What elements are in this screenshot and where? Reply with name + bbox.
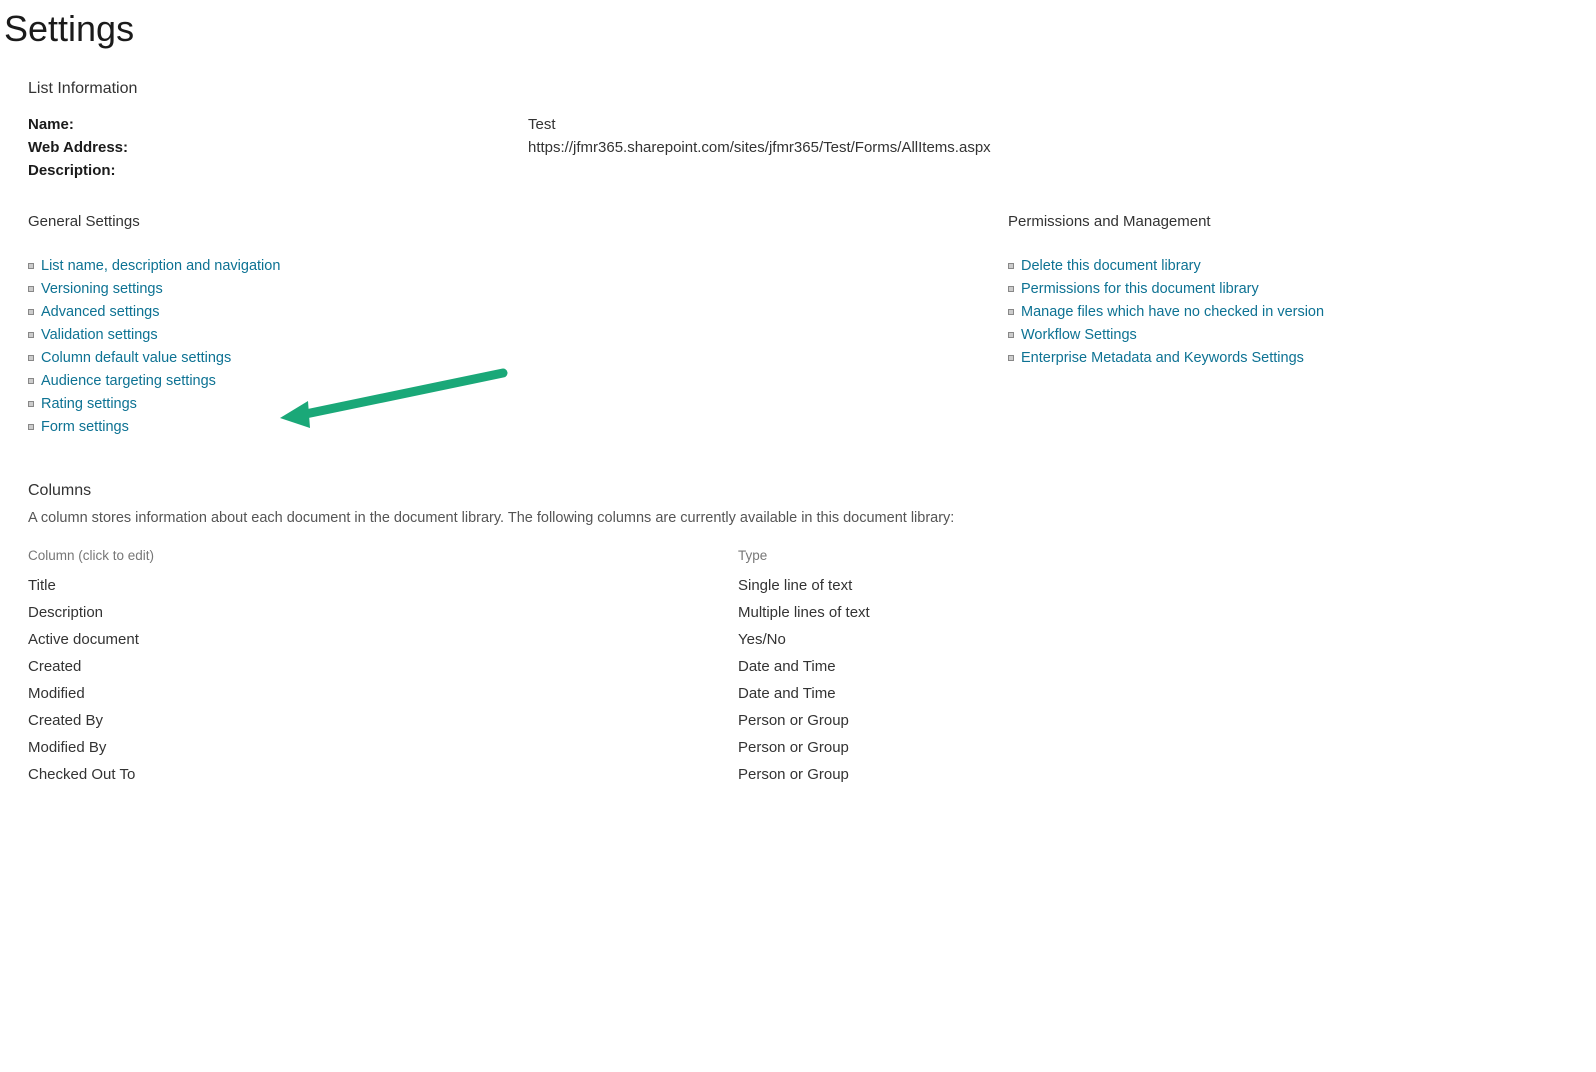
permissions-management-section: Permissions and Management Delete this d…: [1008, 213, 1568, 442]
column-name-modified-by[interactable]: Modified By: [28, 739, 738, 756]
list-item: Form settings: [28, 419, 588, 435]
bullet-icon: [1008, 263, 1014, 269]
list-item: List name, description and navigation: [28, 258, 588, 274]
column-type: Date and Time: [738, 685, 836, 702]
columns-table: Column (click to edit) Type Title Single…: [28, 548, 1568, 783]
general-settings-heading: General Settings: [28, 213, 588, 230]
list-item: Enterprise Metadata and Keywords Setting…: [1008, 350, 1568, 366]
table-row: Checked Out To Person or Group: [28, 766, 1568, 783]
link-manage-files-no-checkin[interactable]: Manage files which have no checked in ve…: [1021, 304, 1324, 320]
list-item: Rating settings: [28, 396, 588, 412]
columns-section: Columns A column stores information abou…: [28, 482, 1568, 783]
columns-header-row: Column (click to edit) Type: [28, 548, 1568, 563]
column-name-checked-out-to[interactable]: Checked Out To: [28, 766, 738, 783]
list-item: Advanced settings: [28, 304, 588, 320]
bullet-icon: [28, 309, 34, 315]
column-type: Person or Group: [738, 766, 849, 783]
column-name-created-by[interactable]: Created By: [28, 712, 738, 729]
columns-description: A column stores information about each d…: [28, 510, 1568, 526]
info-label-name: Name:: [28, 116, 528, 133]
info-row-description: Description:: [28, 162, 1568, 179]
link-versioning-settings[interactable]: Versioning settings: [41, 281, 163, 297]
general-settings-section: General Settings List name, description …: [28, 213, 588, 442]
column-name-title[interactable]: Title: [28, 577, 738, 594]
column-type: Person or Group: [738, 712, 849, 729]
link-validation-settings[interactable]: Validation settings: [41, 327, 158, 343]
link-list-name-desc-nav[interactable]: List name, description and navigation: [41, 258, 280, 274]
table-row: Title Single line of text: [28, 577, 1568, 594]
link-enterprise-metadata-keywords[interactable]: Enterprise Metadata and Keywords Setting…: [1021, 350, 1304, 366]
bullet-icon: [1008, 355, 1014, 361]
bullet-icon: [28, 355, 34, 361]
link-form-settings[interactable]: Form settings: [41, 419, 129, 435]
info-label-webaddress: Web Address:: [28, 139, 528, 156]
info-row-name: Name: Test: [28, 116, 1568, 133]
table-row: Modified Date and Time: [28, 685, 1568, 702]
info-value-webaddress: https://jfmr365.sharepoint.com/sites/jfm…: [528, 139, 991, 156]
list-item: Audience targeting settings: [28, 373, 588, 389]
column-header-name: Column (click to edit): [28, 548, 738, 563]
bullet-icon: [28, 332, 34, 338]
list-item: Workflow Settings: [1008, 327, 1568, 343]
list-item: Validation settings: [28, 327, 588, 343]
bullet-icon: [28, 378, 34, 384]
column-name-active-document[interactable]: Active document: [28, 631, 738, 648]
link-column-default-value-settings[interactable]: Column default value settings: [41, 350, 231, 366]
list-information-section: List Information Name: Test Web Address:…: [28, 80, 1568, 179]
columns-heading: Columns: [28, 482, 1568, 500]
link-rating-settings[interactable]: Rating settings: [41, 396, 137, 412]
bullet-icon: [1008, 309, 1014, 315]
column-type: Single line of text: [738, 577, 852, 594]
list-item: Delete this document library: [1008, 258, 1568, 274]
bullet-icon: [28, 424, 34, 430]
table-row: Active document Yes/No: [28, 631, 1568, 648]
bullet-icon: [1008, 286, 1014, 292]
general-settings-list: List name, description and navigation Ve…: [28, 258, 588, 435]
link-delete-library[interactable]: Delete this document library: [1021, 258, 1201, 274]
permissions-management-list: Delete this document library Permissions…: [1008, 258, 1568, 366]
column-type: Yes/No: [738, 631, 786, 648]
link-workflow-settings[interactable]: Workflow Settings: [1021, 327, 1137, 343]
column-name-description[interactable]: Description: [28, 604, 738, 621]
list-item: Permissions for this document library: [1008, 281, 1568, 297]
column-name-created[interactable]: Created: [28, 658, 738, 675]
list-item: Column default value settings: [28, 350, 588, 366]
link-permissions-library[interactable]: Permissions for this document library: [1021, 281, 1259, 297]
list-item: Versioning settings: [28, 281, 588, 297]
column-type: Multiple lines of text: [738, 604, 870, 621]
column-header-type: Type: [738, 548, 767, 563]
list-item: Manage files which have no checked in ve…: [1008, 304, 1568, 320]
info-row-webaddress: Web Address: https://jfmr365.sharepoint.…: [28, 139, 1568, 156]
table-row: Description Multiple lines of text: [28, 604, 1568, 621]
link-audience-targeting-settings[interactable]: Audience targeting settings: [41, 373, 216, 389]
table-row: Created By Person or Group: [28, 712, 1568, 729]
bullet-icon: [28, 401, 34, 407]
page-title: Settings: [4, 8, 1596, 50]
column-type: Person or Group: [738, 739, 849, 756]
bullet-icon: [28, 286, 34, 292]
column-name-modified[interactable]: Modified: [28, 685, 738, 702]
permissions-management-heading: Permissions and Management: [1008, 213, 1568, 230]
link-advanced-settings[interactable]: Advanced settings: [41, 304, 160, 320]
info-value-name: Test: [528, 116, 556, 133]
column-type: Date and Time: [738, 658, 836, 675]
bullet-icon: [28, 263, 34, 269]
table-row: Created Date and Time: [28, 658, 1568, 675]
bullet-icon: [1008, 332, 1014, 338]
info-label-description: Description:: [28, 162, 528, 179]
list-information-heading: List Information: [28, 80, 1568, 98]
table-row: Modified By Person or Group: [28, 739, 1568, 756]
